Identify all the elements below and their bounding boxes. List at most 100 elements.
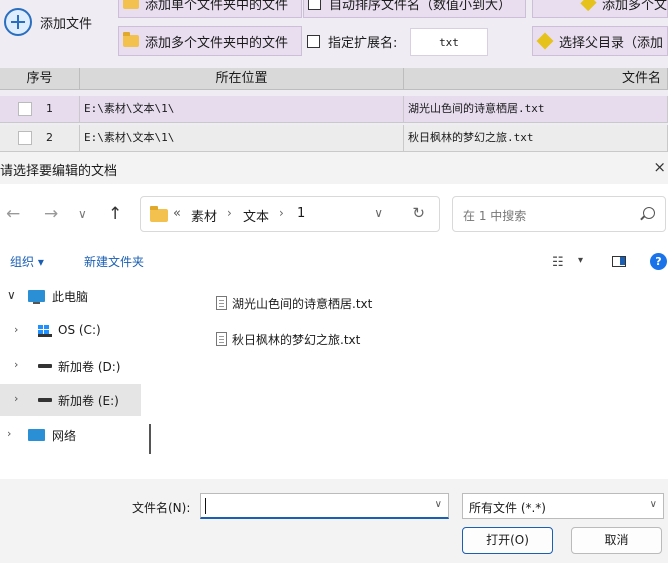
row-number-cell: 2	[0, 125, 80, 152]
up-arrow-icon[interactable]: ↑	[108, 204, 122, 224]
tree-item-os-c[interactable]: › OS (C:)	[0, 315, 141, 347]
text-file-icon	[216, 296, 227, 310]
chevron-down-icon: ∨	[649, 499, 657, 510]
tree-item-label: 网络	[52, 429, 77, 443]
chevron-down-icon[interactable]: ▾	[578, 255, 583, 266]
close-icon[interactable]: ×	[653, 158, 666, 176]
file-type-value: 所有文件 (*.*)	[469, 501, 546, 515]
app-window: 添加文件 添加单个文件夹中的文件 自动排序文件名（数值小到大） 添加多个文 添加…	[0, 0, 668, 152]
drive-icon	[38, 398, 52, 402]
drive-icon	[38, 364, 52, 368]
row-number: 1	[46, 102, 53, 115]
extension-input[interactable]: txt	[410, 28, 488, 56]
tree-item-label: 新加卷 (D:)	[58, 360, 121, 374]
breadcrumb-item[interactable]: 文本	[243, 206, 269, 225]
navigation-pane: ∨ 此电脑 › OS (C:) › 新加卷 (D:) › 新加卷 (E:) › …	[0, 280, 141, 478]
address-bar[interactable]: « 素材 › 文本 › 1 ∨ ↻	[140, 196, 440, 232]
filename-input[interactable]: ∨	[200, 493, 449, 519]
chevron-down-icon[interactable]: ∨	[374, 206, 383, 220]
filename-label: 文件名(N):	[132, 501, 191, 515]
chevron-right-icon[interactable]: ›	[14, 392, 18, 405]
add-multi-folder-button[interactable]: 添加多个文件夹中的文件	[118, 26, 302, 56]
specify-ext-checkbox[interactable]: 指定扩展名:	[303, 26, 409, 56]
forward-arrow-icon[interactable]: →	[44, 204, 58, 224]
tree-item-label: 此电脑	[52, 290, 89, 304]
breadcrumb-item[interactable]: 素材	[191, 206, 217, 225]
cancel-button[interactable]: 取消	[571, 527, 662, 554]
tree-item-drive-d[interactable]: › 新加卷 (D:)	[0, 350, 141, 382]
file-list: 湖光山色间的诗意栖居.txt 秋日枫林的梦幻之旅.txt	[160, 280, 668, 478]
add-file-button[interactable]: 添加文件	[0, 0, 112, 60]
chevron-right-icon[interactable]: ›	[7, 427, 11, 440]
chevron-down-icon[interactable]: ∨	[7, 288, 16, 302]
add-multiple-files-label: 添加多个文	[601, 0, 667, 13]
checkbox-icon	[307, 34, 320, 48]
location-cell: E:\素材\文本\1\	[80, 96, 404, 123]
add-file-label: 添加文件	[40, 17, 93, 32]
network-icon	[28, 429, 45, 441]
folder-icon	[150, 206, 168, 222]
auto-sort-label: 自动排序文件名（数值小到大）	[329, 0, 512, 13]
recent-locations-icon[interactable]: ∨	[78, 207, 87, 221]
file-type-select[interactable]: 所有文件 (*.*) ∨	[462, 493, 664, 519]
dialog-footer: 文件名(N): ∨ 所有文件 (*.*) ∨ 打开(O) 取消	[0, 479, 668, 563]
table-row[interactable]: 2 E:\素材\文本\1\ 秋日枫林的梦幻之旅.txt	[0, 125, 668, 152]
filename-cell: 湖光山色间的诗意栖居.txt	[404, 96, 668, 123]
tree-item-network[interactable]: › 网络	[0, 419, 141, 451]
table-row[interactable]: 1 E:\素材\文本\1\ 湖光山色间的诗意栖居.txt	[0, 96, 668, 123]
folder-icon	[123, 32, 139, 47]
chevron-right-icon[interactable]: ›	[14, 358, 18, 371]
checkbox-icon	[308, 0, 321, 10]
tree-item-label: 新加卷 (E:)	[58, 394, 119, 408]
gem-icon	[536, 32, 554, 50]
new-folder-button[interactable]: 新建文件夹	[84, 253, 144, 270]
dialog-titlebar: 请选择要编辑的文档 ×	[0, 152, 668, 184]
search-icon	[643, 207, 655, 219]
chevron-down-icon[interactable]: ∨	[435, 499, 442, 510]
computer-icon	[28, 290, 45, 304]
back-arrow-icon[interactable]: ←	[6, 204, 20, 224]
list-item[interactable]: 秋日枫林的梦幻之旅.txt	[216, 328, 360, 350]
select-parent-label: 选择父目录（添加	[559, 35, 664, 51]
file-name: 秋日枫林的梦幻之旅.txt	[232, 332, 361, 347]
search-placeholder: 在 1 中搜索	[463, 209, 527, 223]
dialog-title: 请选择要编辑的文档	[0, 164, 118, 179]
breadcrumb-item[interactable]: 1	[297, 206, 305, 221]
open-button[interactable]: 打开(O)	[462, 527, 553, 554]
add-single-folder-label: 添加单个文件夹中的文件	[145, 0, 289, 13]
scrollbar[interactable]	[149, 424, 151, 454]
tree-item-this-pc[interactable]: ∨ 此电脑	[0, 280, 141, 312]
column-header-number[interactable]: 序号	[0, 68, 80, 90]
column-header-filename[interactable]: 文件名	[404, 68, 668, 90]
add-multiple-files-button[interactable]: 添加多个文	[532, 0, 668, 18]
gem-icon	[580, 0, 597, 12]
help-icon[interactable]: ?	[650, 253, 667, 270]
auto-sort-checkbox[interactable]: 自动排序文件名（数值小到大）	[303, 0, 526, 18]
chevron-right-icon[interactable]: ›	[227, 206, 232, 220]
row-checkbox[interactable]	[18, 131, 32, 145]
search-box[interactable]: 在 1 中搜索	[452, 196, 666, 232]
text-caret	[205, 498, 206, 514]
refresh-icon[interactable]: ↻	[412, 204, 425, 222]
add-single-folder-button[interactable]: 添加单个文件夹中的文件	[118, 0, 302, 18]
list-item[interactable]: 湖光山色间的诗意栖居.txt	[216, 292, 372, 314]
filename-cell: 秋日枫林的梦幻之旅.txt	[404, 125, 668, 152]
command-bar: 组织 ▾ 新建文件夹 ☷ ▾ ?	[0, 249, 668, 275]
specify-ext-label: 指定扩展名:	[328, 35, 398, 51]
organize-menu[interactable]: 组织 ▾	[10, 253, 44, 270]
view-icon[interactable]: ☷	[552, 255, 564, 270]
preview-pane-icon[interactable]	[612, 256, 626, 267]
row-number-cell: 1	[0, 96, 80, 123]
plus-circle-icon	[4, 8, 32, 36]
chevron-right-icon[interactable]: ›	[14, 323, 18, 336]
column-header-location[interactable]: 所在位置	[80, 68, 404, 90]
breadcrumb-overflow[interactable]: «	[173, 206, 181, 221]
select-parent-button[interactable]: 选择父目录（添加	[532, 26, 668, 56]
add-multi-folder-label: 添加多个文件夹中的文件	[145, 35, 289, 51]
os-drive-icon	[38, 325, 52, 337]
row-number: 2	[46, 131, 53, 144]
chevron-right-icon[interactable]: ›	[279, 206, 284, 220]
row-checkbox[interactable]	[18, 102, 32, 116]
tree-item-drive-e[interactable]: › 新加卷 (E:)	[0, 384, 141, 416]
open-file-dialog: 请选择要编辑的文档 × ← → ∨ ↑ « 素材 › 文本 › 1 ∨ ↻ 在 …	[0, 152, 668, 563]
